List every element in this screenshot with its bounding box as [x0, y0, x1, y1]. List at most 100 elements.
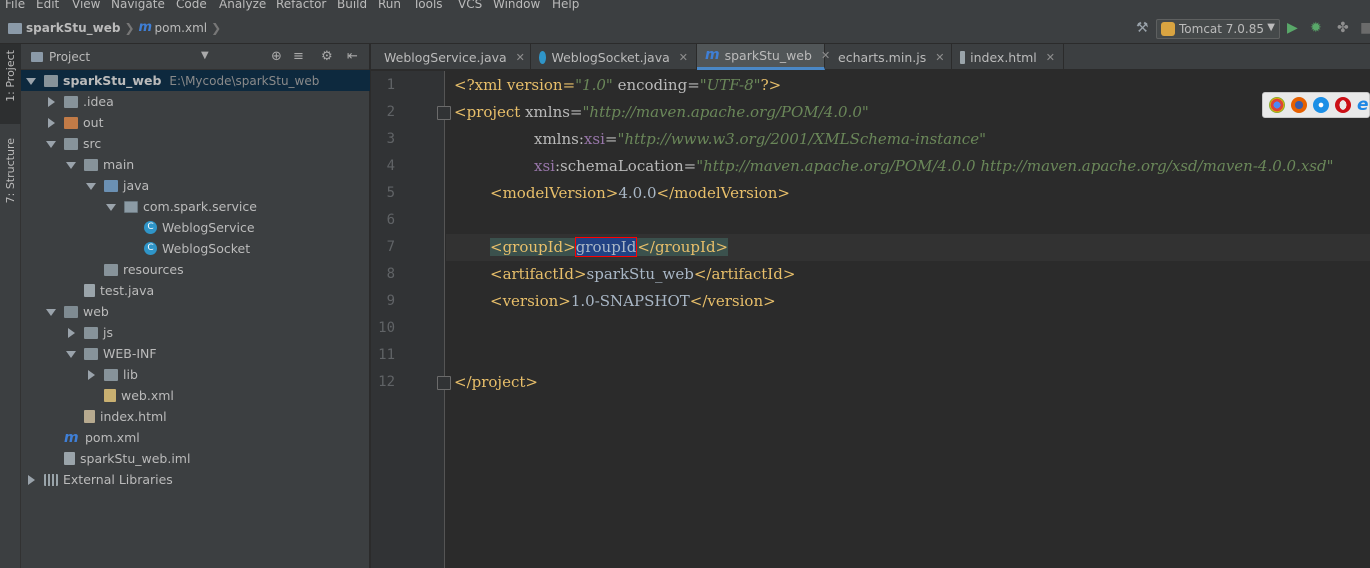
tree-item[interactable]: .idea: [21, 91, 370, 112]
run-icon[interactable]: ▶: [1287, 20, 1298, 36]
expand-arrow-icon[interactable]: [66, 349, 76, 359]
close-icon[interactable]: ✕: [1046, 51, 1055, 64]
expand-arrow-icon[interactable]: [46, 307, 56, 317]
stop-icon[interactable]: ■: [1360, 20, 1370, 36]
build-icon[interactable]: ⚒: [1136, 20, 1149, 36]
view-dropdown-icon[interactable]: ▼: [201, 50, 209, 61]
tree-item[interactable]: src: [21, 133, 370, 154]
menu-file[interactable]: File: [5, 0, 25, 11]
tree-item-label: WeblogSocket: [162, 241, 251, 256]
tree-item[interactable]: test.java: [21, 280, 370, 301]
chrome-icon[interactable]: [1269, 97, 1285, 113]
tree-item[interactable]: com.spark.service: [21, 196, 370, 217]
line-number: 4: [386, 158, 395, 174]
menu-edit[interactable]: Edit: [36, 0, 59, 11]
debug-icon[interactable]: ✹: [1310, 20, 1322, 36]
tab-sparkstu-web[interactable]: m sparkStu_web ✕: [697, 44, 830, 70]
line-number: 12: [378, 374, 395, 390]
tool-window-project[interactable]: 1: Project: [0, 44, 21, 124]
folder-icon: [84, 326, 98, 339]
menu-navigate[interactable]: Navigate: [111, 0, 165, 11]
breadcrumb-project[interactable]: sparkStu_web: [26, 21, 120, 35]
expand-arrow-icon[interactable]: [26, 76, 36, 86]
tree-item-label: src: [83, 136, 102, 151]
tree-item[interactable]: web.xml: [21, 385, 370, 406]
tree-item[interactable]: out: [21, 112, 370, 133]
breadcrumb-file[interactable]: pom.xml: [155, 21, 208, 35]
firefox-icon[interactable]: [1291, 97, 1307, 113]
tab-label: sparkStu_web: [724, 48, 812, 63]
tree-item[interactable]: main: [21, 154, 370, 175]
fold-marker-icon[interactable]: [437, 376, 451, 390]
scroll-from-source-icon[interactable]: ⊕: [271, 49, 282, 64]
line-number: 10: [378, 320, 395, 336]
hide-icon[interactable]: ⇤: [347, 49, 358, 64]
class-icon: C: [144, 242, 157, 255]
safari-icon[interactable]: [1313, 97, 1329, 113]
run-configuration-select[interactable]: Tomcat 7.0.85 ▼: [1156, 19, 1280, 39]
tree-item[interactable]: m pom.xml: [21, 427, 370, 448]
folder-icon: [84, 347, 98, 360]
expand-arrow-icon[interactable]: [86, 181, 96, 191]
tree-item[interactable]: External Libraries: [21, 469, 370, 490]
tree-item[interactable]: C WeblogService: [21, 217, 370, 238]
tree-item-label: External Libraries: [63, 472, 173, 487]
menu-refactor[interactable]: Refactor: [276, 0, 326, 11]
tree-item[interactable]: resources: [21, 259, 370, 280]
coverage-icon[interactable]: ✤: [1337, 20, 1349, 36]
dropdown-icon: ▼: [1267, 22, 1275, 33]
menu-vcs[interactable]: VCS: [458, 0, 482, 11]
tree-item[interactable]: index.html: [21, 406, 370, 427]
tree-item[interactable]: java: [21, 175, 370, 196]
close-icon[interactable]: ✕: [935, 51, 944, 64]
menu-build[interactable]: Build: [337, 0, 367, 11]
tree-item[interactable]: C WeblogSocket: [21, 238, 370, 259]
menu-analyze[interactable]: Analyze: [219, 0, 266, 11]
close-icon[interactable]: ✕: [516, 51, 525, 64]
tree-item-label: com.spark.service: [143, 199, 257, 214]
collapse-all-icon[interactable]: ≡: [293, 49, 304, 64]
tree-item[interactable]: WEB-INF: [21, 343, 370, 364]
project-view-icon: [31, 51, 43, 62]
close-icon[interactable]: ✕: [679, 51, 688, 64]
menu-view[interactable]: View: [72, 0, 100, 11]
menu-window[interactable]: Window: [493, 0, 540, 11]
ie-icon[interactable]: e: [1357, 97, 1369, 114]
menu-run[interactable]: Run: [378, 0, 401, 11]
expand-arrow-icon[interactable]: [66, 160, 76, 170]
collapse-arrow-icon[interactable]: [66, 327, 76, 338]
tree-item[interactable]: lib: [21, 364, 370, 385]
line-number: 5: [386, 185, 395, 201]
selected-text: groupId: [574, 237, 638, 257]
collapse-arrow-icon[interactable]: [46, 117, 56, 128]
tool-window-structure[interactable]: 7: Structure: [0, 138, 21, 224]
menu-help[interactable]: Help: [552, 0, 579, 11]
tree-item[interactable]: sparkStu_web.iml: [21, 448, 370, 469]
collapse-arrow-icon[interactable]: [26, 474, 36, 485]
gear-icon[interactable]: ⚙: [321, 49, 333, 64]
folder-icon: [8, 22, 22, 34]
expand-arrow-icon[interactable]: [106, 202, 116, 212]
menu-code[interactable]: Code: [176, 0, 207, 11]
opera-icon[interactable]: [1335, 97, 1351, 113]
project-panel-title[interactable]: Project: [49, 50, 90, 64]
tree-item[interactable]: sparkStu_web E:\Mycode\sparkStu_web: [21, 70, 370, 91]
tree-item-label: web: [83, 304, 109, 319]
tree-item[interactable]: js: [21, 322, 370, 343]
project-tab-label: 1: Project: [4, 50, 17, 102]
code-line-7: <groupId>groupId</groupId>: [490, 237, 729, 257]
menu-tools[interactable]: Tools: [413, 0, 443, 11]
collapse-arrow-icon[interactable]: [86, 369, 96, 380]
code-editor[interactable]: 1 2 3 4 5 6 7 8 9 10 11 12 <?xml version…: [371, 71, 1370, 568]
maven-icon: m: [705, 47, 720, 63]
tab-weblogservice[interactable]: WeblogService.java ✕: [371, 44, 531, 70]
tree-item-label: web.xml: [121, 388, 174, 403]
tree-item-label: lib: [123, 367, 138, 382]
tab-weblogsocket[interactable]: WeblogSocket.java ✕: [531, 44, 697, 70]
tab-echarts[interactable]: echarts.min.js ✕: [825, 44, 952, 70]
tree-item[interactable]: web: [21, 301, 370, 322]
fold-marker-icon[interactable]: [437, 106, 451, 120]
tab-index-html[interactable]: index.html ✕: [952, 44, 1064, 70]
collapse-arrow-icon[interactable]: [46, 96, 56, 107]
expand-arrow-icon[interactable]: [46, 139, 56, 149]
